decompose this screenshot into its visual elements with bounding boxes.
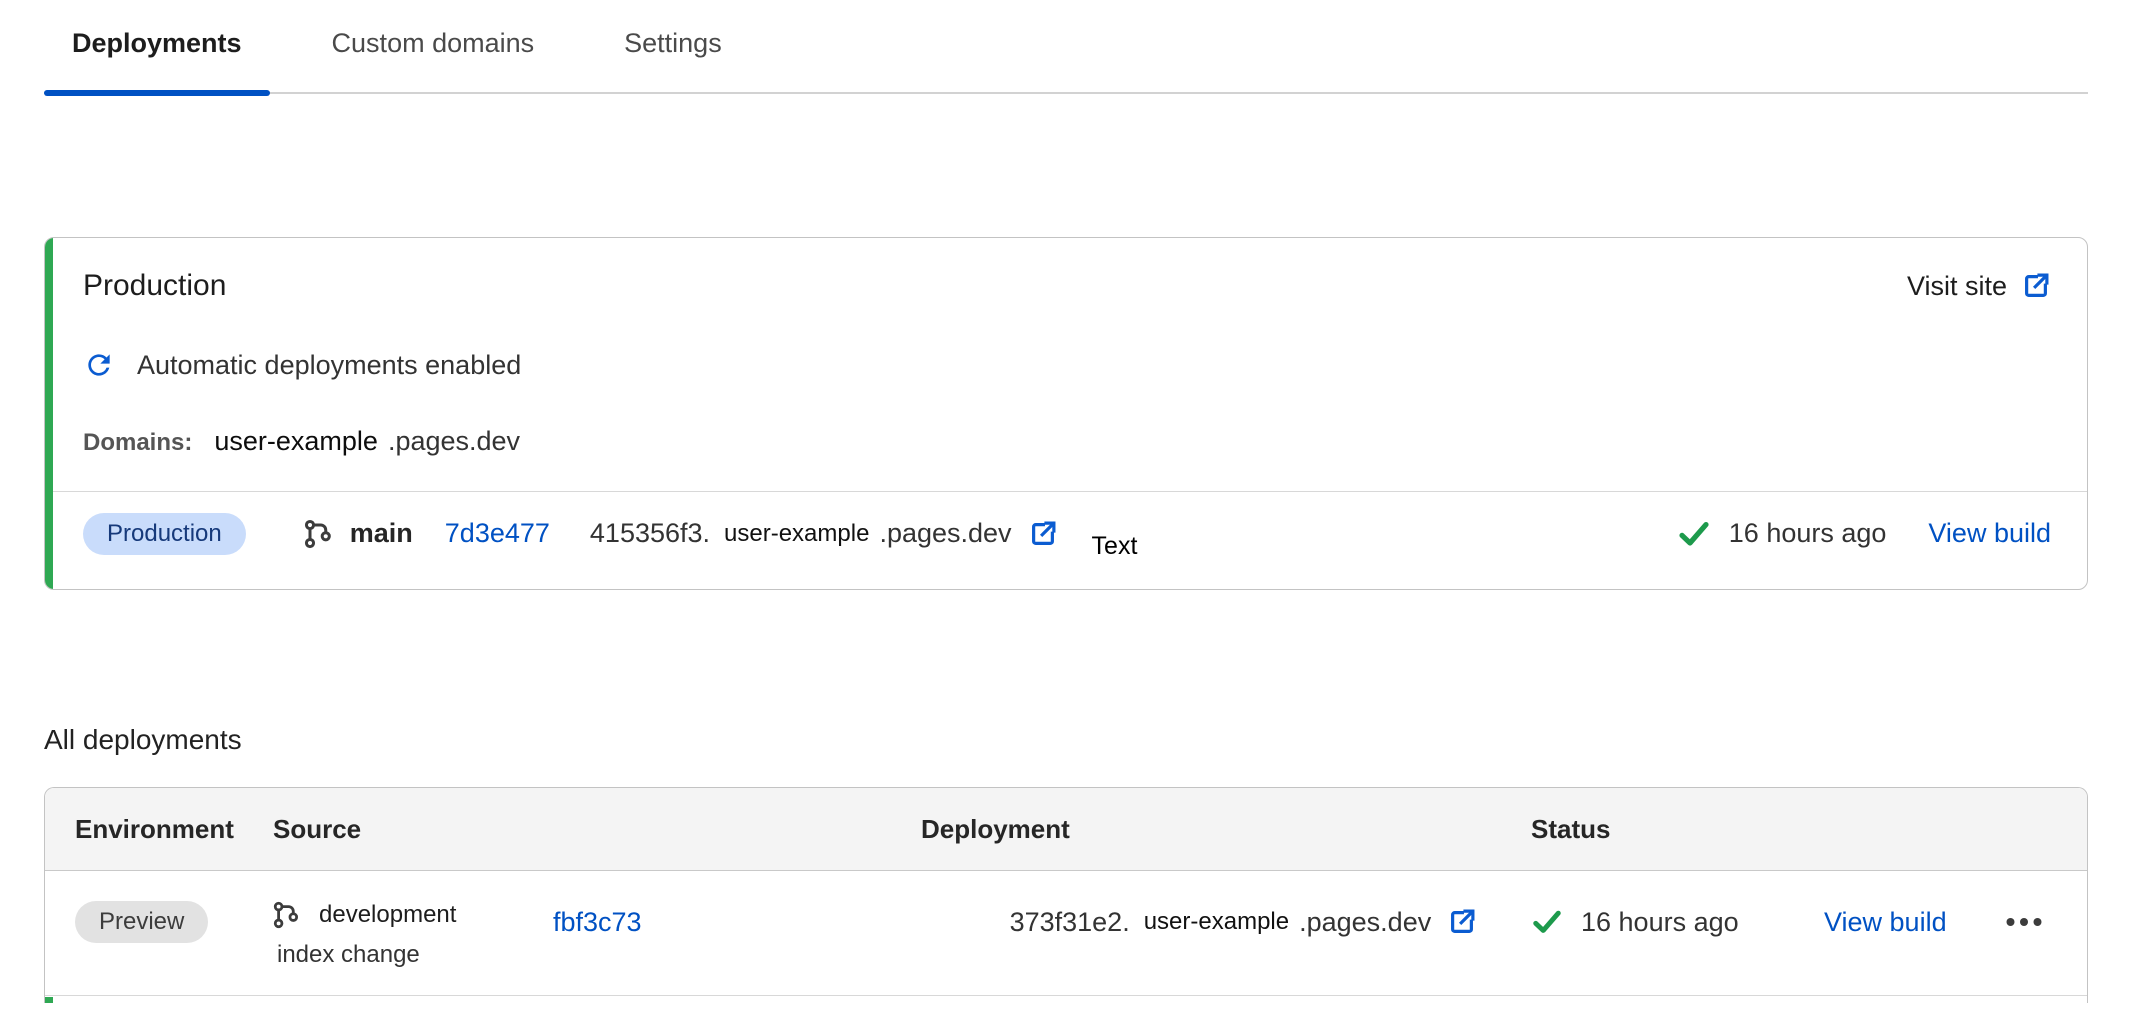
commit-message: index change [277,941,921,969]
tab-deployments[interactable]: Deployments [44,24,270,92]
view-build-cell: View build [1824,901,2004,943]
external-link-icon[interactable] [1447,907,1477,937]
tab-custom-domains[interactable]: Custom domains [304,24,563,92]
domain-suffix: .pages.dev [388,426,520,457]
all-deployments-heading: All deployments [44,721,2088,759]
deployment-url-domain: user-example [1144,908,1289,936]
column-header-status: Status [1531,814,1824,845]
tab-settings[interactable]: Settings [596,24,750,92]
production-card-body: Production Visit site [53,266,2087,575]
pages-project-deployments-page: Deployments Custom domains Settings Prod… [0,0,2132,1012]
commit-link[interactable]: fbf3c73 [553,907,642,938]
tab-bar: Deployments Custom domains Settings [44,0,2088,94]
deployment-time: 16 hours ago [1581,907,1739,938]
production-deployment-row: Production main 7d3e477 415356f3. user-e… [45,491,2087,575]
view-build-link[interactable]: View build [1928,518,2051,549]
deployment-time: 16 hours ago [1729,518,1887,549]
branch-name: main [350,518,413,549]
deployment-url-prefix: 373f31e2. [1010,907,1130,938]
column-header-source: Source [273,814,921,845]
deployment-url-suffix: .pages.dev [1299,907,1431,938]
deployment-url-suffix: .pages.dev [879,518,1011,549]
table-row: Preview development index c [45,871,2087,995]
environment-badge: Production [83,513,246,555]
auto-deployments-text: Automatic deployments enabled [137,346,521,384]
ellipsis-icon [2004,902,2044,942]
domain-name: user-example [214,426,378,457]
commit-link[interactable]: 7d3e477 [445,518,550,549]
auto-deployments-status: Automatic deployments enabled [83,346,2051,384]
refresh-icon [83,349,115,381]
status-cell: 16 hours ago [1531,901,1824,943]
deployment-url-prefix: 415356f3. [590,518,710,549]
column-header-deployment: Deployment [921,814,1531,845]
deployment-cell: fbf3c73 373f31e2. user-example .pages.de… [921,901,1531,943]
row-note-text: Text [1092,532,1138,561]
domains-line: Domains: user-example .pages.dev [83,426,2051,457]
view-build-link[interactable]: View build [1824,907,1947,938]
next-row-partial [45,995,2087,1003]
production-title: Production [83,266,226,306]
success-check-icon [1531,906,1563,938]
next-row-accent-bar [45,997,53,1003]
domains-label: Domains: [83,429,192,457]
git-branch-icon [273,901,301,929]
visit-site-label: Visit site [1907,271,2007,302]
external-link-icon [2021,271,2051,301]
production-card: Production Visit site [44,237,2088,590]
table-header-row: Environment Source Deployment Status [45,788,2087,871]
more-actions-button[interactable] [2004,901,2087,943]
production-accent-bar [45,238,53,589]
deployment-url-domain: user-example [724,520,869,548]
environment-cell: Preview [45,901,273,969]
environment-badge: Preview [75,901,208,943]
column-header-environment: Environment [45,814,273,845]
external-link-icon[interactable] [1028,519,1058,549]
production-card-header: Production Visit site [83,266,2051,306]
git-branch-icon [304,519,334,549]
success-check-icon [1677,517,1711,551]
deployments-table: Environment Source Deployment Status Pre… [44,787,2088,1003]
branch-name: development [319,901,456,929]
visit-site-button[interactable]: Visit site [1907,271,2051,302]
